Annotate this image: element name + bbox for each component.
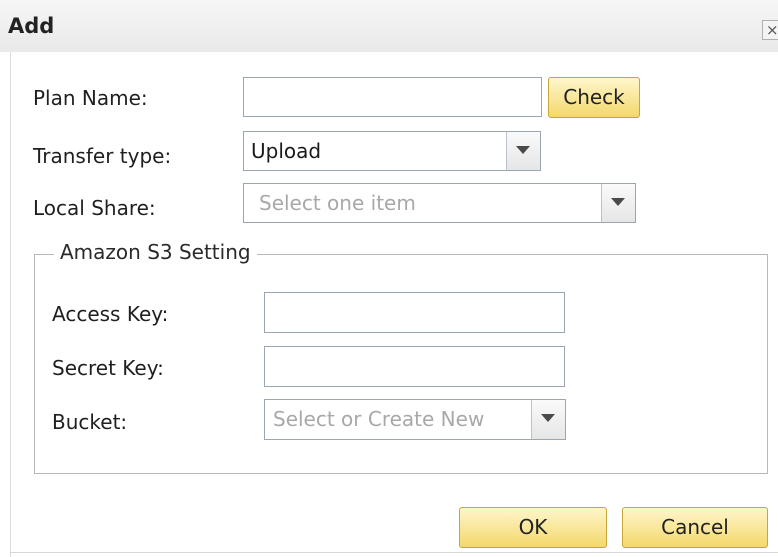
footer-divider [10,552,778,553]
dialog-title: Add [8,14,55,38]
bucket-select[interactable]: Select or Create New [264,399,566,440]
ok-button[interactable]: OK [459,507,607,548]
plan-name-label: Plan Name: [33,86,148,110]
plan-name-input[interactable] [243,77,542,117]
cancel-button[interactable]: Cancel [622,507,768,548]
bucket-label: Bucket: [52,410,128,434]
access-key-input[interactable] [264,292,565,333]
close-button[interactable]: × [762,20,778,40]
transfer-type-value: Upload [251,139,322,163]
dialog-titlebar: Add × [0,0,778,52]
chevron-down-icon[interactable] [601,184,635,222]
chevron-down-icon[interactable] [531,400,565,439]
amazon-s3-legend: Amazon S3 Setting [54,240,257,264]
bucket-placeholder: Select or Create New [273,407,485,431]
access-key-label: Access Key: [52,302,169,326]
close-icon: × [766,21,778,39]
local-share-placeholder: Select one item [259,191,416,215]
check-button[interactable]: Check [548,77,640,118]
secret-key-label: Secret Key: [52,356,164,380]
local-share-select[interactable]: Select one item [243,183,636,223]
local-share-label: Local Share: [33,196,156,220]
secret-key-input[interactable] [264,346,565,387]
chevron-down-icon[interactable] [506,132,540,170]
transfer-type-select[interactable]: Upload [243,131,541,171]
transfer-type-label: Transfer type: [33,144,172,168]
